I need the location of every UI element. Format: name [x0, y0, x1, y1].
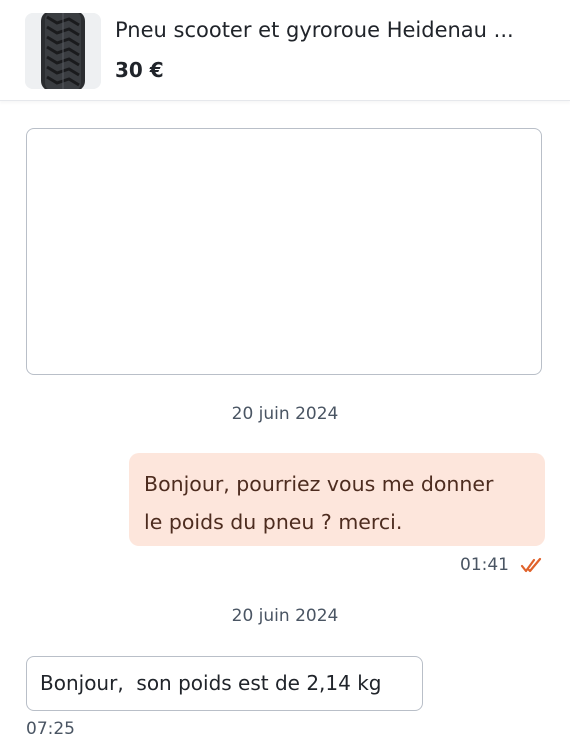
- blank-message-card: [26, 128, 542, 375]
- message-time: 01:41: [460, 555, 509, 575]
- tire-image: [25, 13, 101, 89]
- conversation-header: Pneu scooter et gyroroue Heidenau ... 30…: [0, 0, 570, 101]
- message-time: 07:25: [26, 719, 75, 739]
- double-check-icon: [520, 557, 542, 573]
- product-thumbnail[interactable]: [25, 13, 101, 89]
- product-price: 30 €: [115, 58, 164, 82]
- message-line: le poids du pneu ? merci.: [144, 510, 403, 534]
- outgoing-message-bubble: Bonjour, pourriez vous me donner le poid…: [129, 453, 545, 546]
- incoming-message-bubble: Bonjour, son poids est de 2,14 kg: [26, 656, 423, 711]
- message-line: Bonjour, pourriez vous me donner: [144, 472, 494, 496]
- date-separator: 20 juin 2024: [231, 606, 339, 626]
- product-title[interactable]: Pneu scooter et gyroroue Heidenau ...: [115, 18, 555, 42]
- date-separator: 20 juin 2024: [231, 404, 339, 424]
